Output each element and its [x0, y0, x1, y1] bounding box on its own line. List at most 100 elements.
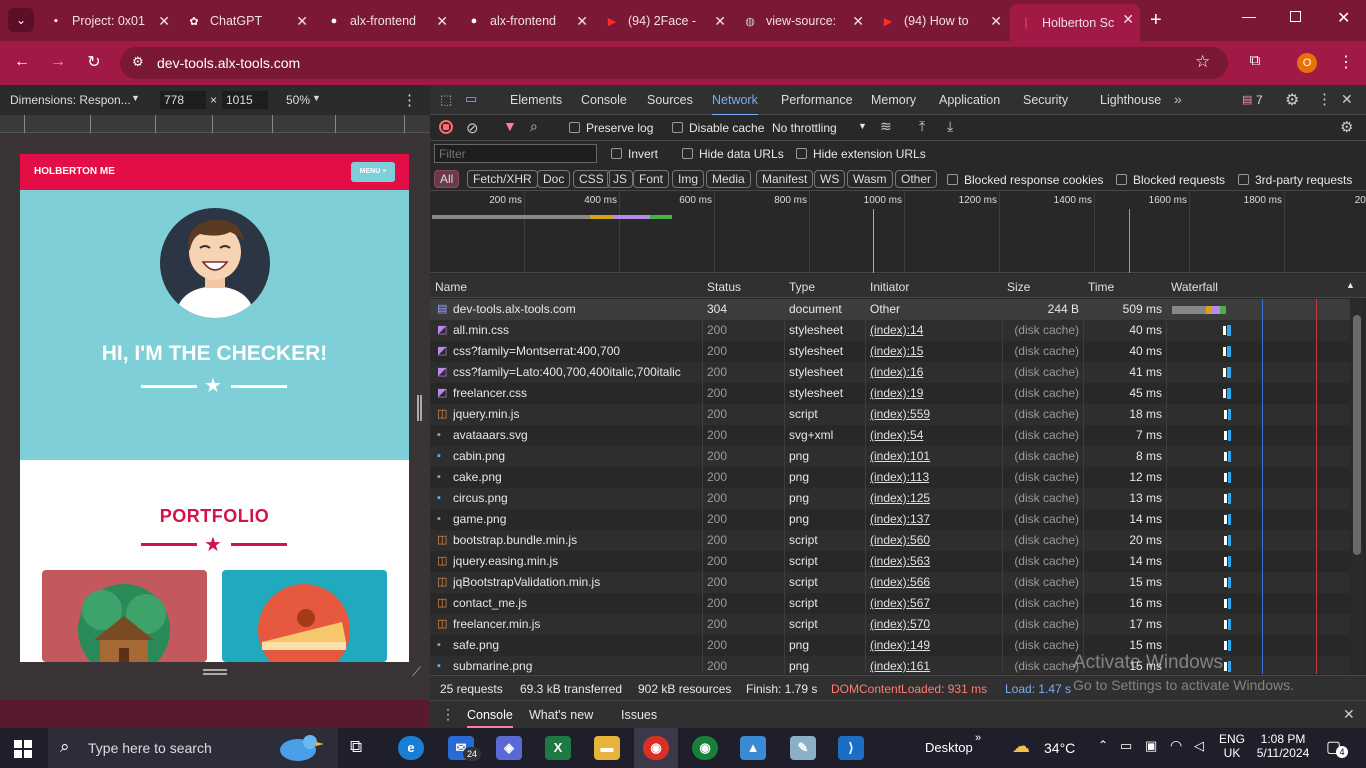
close-tab-icon[interactable]: ✕: [296, 13, 308, 30]
new-tab-button[interactable]: +: [1150, 9, 1162, 32]
cell-initiator[interactable]: (index):101: [870, 446, 1000, 467]
type-filter-font[interactable]: Font: [633, 170, 670, 188]
device-more-icon[interactable]: ⋮: [402, 91, 417, 109]
tab-search-button[interactable]: ⌄: [8, 8, 34, 32]
width-input[interactable]: 778: [160, 91, 206, 109]
cell-initiator[interactable]: (index):14: [870, 320, 1000, 341]
portfolio-item-cake[interactable]: [222, 570, 387, 662]
col-initiator[interactable]: Initiator: [870, 280, 909, 294]
desktop-label[interactable]: Desktop: [925, 740, 973, 755]
browser-tab[interactable]: ▶ (94) 2Face - ✕: [596, 6, 732, 36]
col-type[interactable]: Type: [789, 280, 815, 294]
browser-tab[interactable]: ● alx-frontend ✕: [458, 6, 594, 36]
devtools-tab-application[interactable]: Application: [939, 93, 1000, 107]
cell-initiator[interactable]: (index):125: [870, 488, 1000, 509]
filter-input[interactable]: [434, 144, 597, 163]
close-tab-icon[interactable]: ✕: [1122, 11, 1134, 28]
cell-initiator[interactable]: (index):54: [870, 425, 1000, 446]
dimensions-select[interactable]: Dimensions: Respon...: [10, 93, 131, 107]
cell-initiator[interactable]: (index):15: [870, 341, 1000, 362]
cell-initiator[interactable]: (index):113: [870, 467, 1000, 488]
reload-icon[interactable]: ↻: [82, 52, 106, 72]
devtools-tab-security[interactable]: Security: [1023, 93, 1068, 107]
request-row[interactable]: ◩ freelancer.css 200 stylesheet (index):19 (d…: [430, 383, 1350, 404]
site-info-icon[interactable]: ⚙: [132, 54, 144, 70]
cell-initiator[interactable]: (index):19: [870, 383, 1000, 404]
close-tab-icon[interactable]: ✕: [436, 13, 448, 30]
extensions-icon[interactable]: ⧉: [1243, 52, 1267, 69]
type-filter-wasm[interactable]: Wasm: [847, 170, 893, 188]
type-filter-img[interactable]: Img: [672, 170, 705, 188]
photos-icon[interactable]: ▲: [740, 736, 766, 760]
cell-initiator[interactable]: (index):137: [870, 509, 1000, 530]
cell-initiator[interactable]: (index):570: [870, 614, 1000, 635]
import-har-icon[interactable]: ⤒: [919, 118, 925, 135]
network-overview-timeline[interactable]: 200 ms 400 ms 600 ms 800 ms 1000 ms 1200 ms 14…: [430, 191, 1366, 273]
address-bar[interactable]: ⚙ dev-tools.alx-tools.com ☆: [120, 47, 1228, 79]
request-row[interactable]: ◫ freelancer.min.js 200 script (index):570 (d…: [430, 614, 1350, 635]
tray-chevron-icon[interactable]: ⌃: [1098, 738, 1108, 752]
type-filter-media[interactable]: Media: [706, 170, 751, 188]
cell-initiator[interactable]: (index):559: [870, 404, 1000, 425]
drawer-menu-icon[interactable]: ⋮: [441, 706, 455, 723]
col-size[interactable]: Size: [1007, 280, 1030, 294]
request-row[interactable]: ◩ css?family=Montserrat:400,700 200 stylesh…: [430, 341, 1350, 362]
request-row[interactable]: ◫ jquery.min.js 200 script (index):559 (disk …: [430, 404, 1350, 425]
dimensions-dropdown-icon[interactable]: ▼: [131, 93, 140, 103]
file-explorer-icon[interactable]: ▬: [594, 736, 620, 760]
drawer-tab-issues[interactable]: Issues: [621, 708, 657, 722]
devtools-tab-memory[interactable]: Memory: [871, 93, 916, 107]
cell-initiator[interactable]: (index):149: [870, 635, 1000, 656]
filter-funnel-icon[interactable]: ▼: [503, 118, 517, 134]
zoom-select[interactable]: 50%: [286, 93, 310, 107]
devtools-tab-network[interactable]: Network: [712, 93, 758, 116]
browser-tab[interactable]: ✿ ChatGPT ✕: [178, 6, 314, 36]
browser-tab[interactable]: ▪ Project: 0x01 ✕: [40, 6, 176, 36]
chrome-icon[interactable]: ◉: [643, 736, 669, 760]
request-row[interactable]: ▪ game.png 200 png (index):137 (disk cache) 14…: [430, 509, 1350, 530]
menu-kebab-icon[interactable]: ⋮: [1334, 52, 1358, 72]
viewport-corner-resize-icon[interactable]: ⟋: [412, 664, 421, 680]
profile-avatar[interactable]: O: [1297, 53, 1317, 73]
network-conditions-icon[interactable]: ≋: [880, 118, 892, 135]
meet-icon[interactable]: ▣: [1145, 738, 1157, 754]
close-devtools-icon[interactable]: ✕: [1341, 91, 1353, 108]
portfolio-item-cabin[interactable]: [42, 570, 207, 662]
issues-count[interactable]: 7: [1256, 93, 1263, 107]
desktop-chevron-icon[interactable]: »: [975, 732, 981, 744]
request-row[interactable]: ▤ dev-tools.alx-tools.com 304 document Other…: [430, 299, 1350, 320]
export-har-icon[interactable]: ⤓: [947, 118, 953, 135]
devtools-tab-performance[interactable]: Performance: [781, 93, 853, 107]
request-row[interactable]: ◩ all.min.css 200 stylesheet (index):14 (disk…: [430, 320, 1350, 341]
more-tabs-icon[interactable]: »: [1174, 91, 1182, 107]
cell-initiator[interactable]: (index):16: [870, 362, 1000, 383]
notes-icon[interactable]: ✎: [790, 736, 816, 760]
cell-initiator[interactable]: (index):161: [870, 656, 1000, 674]
excel-icon[interactable]: X: [545, 736, 571, 760]
url-text[interactable]: dev-tools.alx-tools.com: [157, 55, 300, 71]
col-waterfall[interactable]: Waterfall: [1171, 280, 1218, 294]
close-drawer-icon[interactable]: ✕: [1343, 706, 1355, 723]
issues-icon[interactable]: ▤: [1242, 93, 1252, 106]
request-row[interactable]: ◩ css?family=Lato:400,700,400italic,700it…: [430, 362, 1350, 383]
close-window-button[interactable]: ✕: [1337, 8, 1350, 28]
settings-gear-icon[interactable]: ⚙: [1285, 90, 1299, 110]
forward-icon[interactable]: →: [46, 53, 70, 71]
close-tab-icon[interactable]: ✕: [576, 13, 588, 30]
third-party-checkbox[interactable]: 3rd-party requests: [1238, 173, 1352, 187]
minimize-button[interactable]: —: [1242, 8, 1256, 24]
edge-icon[interactable]: e: [398, 736, 424, 760]
request-row[interactable]: ▪ cabin.png 200 png (index):101 (disk cache) 8…: [430, 446, 1350, 467]
vscode-icon[interactable]: ⟩: [838, 736, 864, 760]
clock[interactable]: 1:08 PM 5/11/2024: [1255, 732, 1311, 760]
height-input[interactable]: 1015: [222, 91, 268, 109]
type-filter-all[interactable]: All: [434, 170, 460, 188]
close-tab-icon[interactable]: ✕: [158, 13, 170, 30]
cell-initiator[interactable]: (index):567: [870, 593, 1000, 614]
device-toggle-icon[interactable]: ▭: [465, 91, 477, 107]
col-status[interactable]: Status: [707, 280, 741, 294]
close-tab-icon[interactable]: ✕: [714, 13, 726, 30]
battery-icon[interactable]: ▭: [1120, 738, 1132, 754]
request-row[interactable]: ◫ contact_me.js 200 script (index):567 (disk …: [430, 593, 1350, 614]
preserve-log-checkbox[interactable]: Preserve log: [569, 121, 653, 135]
